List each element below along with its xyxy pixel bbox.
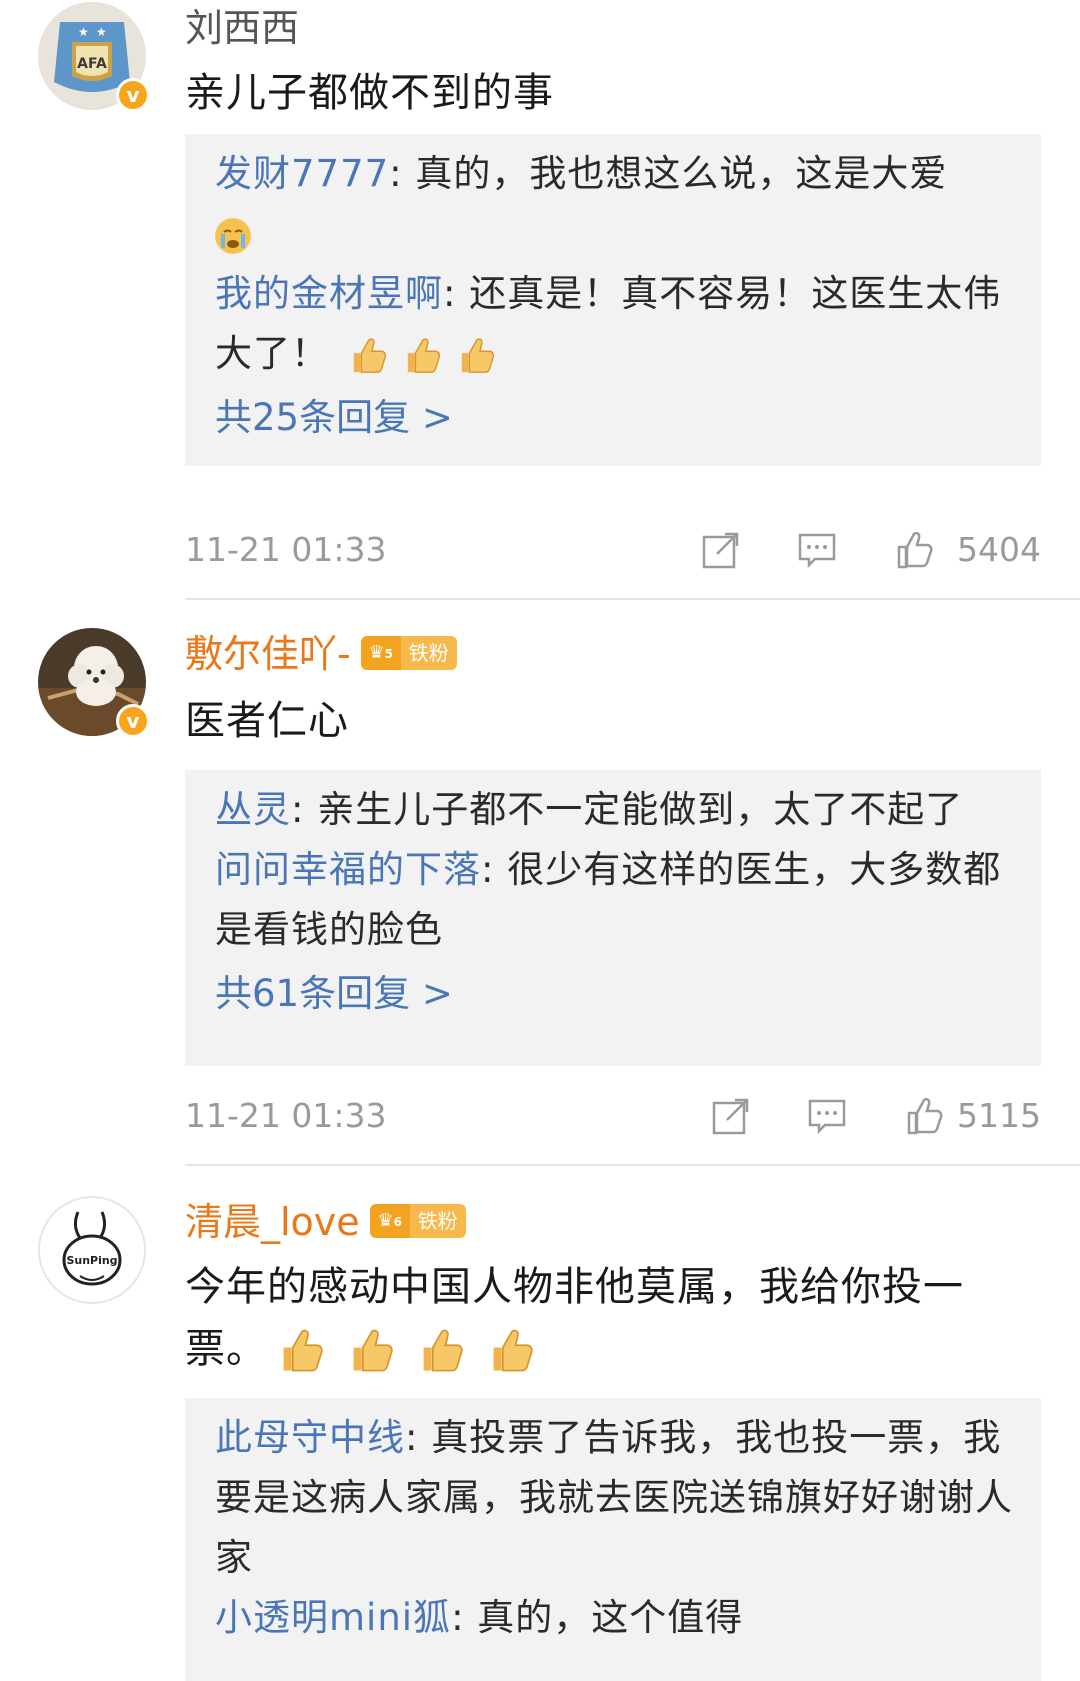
svg-text:AFA: AFA bbox=[77, 56, 107, 72]
fan-level-badge: ♛6 铁粉 bbox=[369, 1203, 466, 1238]
timestamp: 11-21 01:33 bbox=[185, 1096, 387, 1135]
reply-username[interactable]: 丛灵 bbox=[215, 788, 291, 831]
thumbs-up-emoji-icon bbox=[350, 336, 388, 376]
like-icon[interactable] bbox=[905, 1096, 945, 1136]
svg-text:★: ★ bbox=[96, 25, 107, 39]
like-icon[interactable] bbox=[895, 530, 935, 570]
sunping-rabbit-icon: SunPing bbox=[62, 1211, 122, 1286]
comment-text: 医者仁心 bbox=[185, 698, 349, 744]
view-more-replies-link[interactable]: 共25条回复 > bbox=[215, 386, 1021, 450]
comment-text: 今年的感动中国人物非他莫属，我给你投一票。 bbox=[185, 1256, 1025, 1380]
avatar[interactable]: v bbox=[38, 628, 150, 738]
svg-text:★: ★ bbox=[78, 25, 89, 39]
comment-icon[interactable] bbox=[807, 1096, 847, 1136]
divider bbox=[185, 1164, 1080, 1166]
comment-meta: 11-21 01:33 5404 bbox=[185, 520, 1041, 580]
username[interactable]: 敷尔佳吖- ♛5 铁粉 bbox=[185, 630, 457, 678]
thumbs-up-emoji-icon bbox=[279, 1324, 325, 1378]
thumbs-up-emoji-icon bbox=[489, 1324, 535, 1378]
share-icon[interactable] bbox=[711, 1096, 751, 1136]
share-icon[interactable] bbox=[701, 530, 741, 570]
reply-item[interactable]: 发财7777: 真的，我也想这么说，这是大爱 bbox=[215, 144, 1021, 264]
reply-item[interactable]: 问问幸福的下落: 很少有这样的医生，大多数都是看钱的脸色 bbox=[215, 840, 1021, 960]
avatar[interactable]: AFA ★ ★ v bbox=[38, 2, 150, 112]
verified-badge-icon: v bbox=[116, 704, 150, 738]
reply-item[interactable]: 我的金材昱啊: 还真是！真不容易！这医生太伟大了！ bbox=[215, 264, 1021, 384]
fan-level-badge: ♛5 铁粉 bbox=[360, 635, 457, 670]
username[interactable]: 清晨_love ♛6 铁粉 bbox=[185, 1198, 466, 1246]
comment-icon[interactable] bbox=[797, 530, 837, 570]
reply-item[interactable]: 小透明mini狐: 真的，这个值得 bbox=[215, 1588, 1021, 1648]
reply-box[interactable]: 此母守中线: 真投票了告诉我，我也投一票，我要是这病人家属，我就去医院送锦旗好好… bbox=[185, 1398, 1041, 1681]
reply-box[interactable]: 丛灵: 亲生儿子都不一定能做到，太了不起了 问问幸福的下落: 很少有这样的医生，… bbox=[185, 770, 1041, 1066]
crown-icon: ♛5 bbox=[360, 635, 401, 670]
comment-meta: 11-21 01:33 5115 bbox=[185, 1086, 1041, 1146]
view-more-replies-link[interactable]: 共61条回复 > bbox=[215, 962, 1021, 1026]
reply-text: 真的，这个值得 bbox=[477, 1596, 744, 1639]
reply-text: 亲生儿子都不一定能做到，太了不起了 bbox=[317, 788, 964, 831]
crown-icon: ♛6 bbox=[369, 1203, 410, 1238]
timestamp: 11-21 01:33 bbox=[185, 530, 387, 569]
thumbs-up-emoji-icon bbox=[349, 1324, 395, 1378]
avatar[interactable]: SunPing bbox=[38, 1196, 146, 1304]
divider bbox=[185, 598, 1080, 600]
thumbs-up-emoji-icon bbox=[458, 336, 496, 376]
verified-badge-icon: v bbox=[116, 78, 150, 112]
crying-face-icon bbox=[215, 217, 251, 254]
like-count: 5115 bbox=[957, 1096, 1041, 1135]
reply-username[interactable]: 小透明mini狐 bbox=[215, 1596, 451, 1639]
reply-item[interactable]: 丛灵: 亲生儿子都不一定能做到，太了不起了 bbox=[215, 780, 1021, 840]
username[interactable]: 刘西西 bbox=[185, 4, 299, 52]
reply-username[interactable]: 问问幸福的下落 bbox=[215, 848, 481, 891]
reply-username[interactable]: 发财7777 bbox=[215, 152, 389, 195]
reply-box[interactable]: 发财7777: 真的，我也想这么说，这是大爱 我的金材昱啊: 还真是！真不容易！… bbox=[185, 134, 1041, 466]
thumbs-up-emoji-icon bbox=[404, 336, 442, 376]
reply-text: 真的，我也想这么说，这是大爱 bbox=[415, 152, 948, 195]
svg-text:SunPing: SunPing bbox=[66, 1254, 117, 1267]
reply-item[interactable]: 此母守中线: 真投票了告诉我，我也投一票，我要是这病人家属，我就去医院送锦旗好好… bbox=[215, 1408, 1021, 1588]
reply-username[interactable]: 我的金材昱啊 bbox=[215, 272, 443, 315]
comment-text: 亲儿子都做不到的事 bbox=[185, 70, 554, 116]
reply-username[interactable]: 此母守中线 bbox=[215, 1416, 405, 1459]
thumbs-up-emoji-icon bbox=[419, 1324, 465, 1378]
like-count: 5404 bbox=[957, 530, 1041, 569]
